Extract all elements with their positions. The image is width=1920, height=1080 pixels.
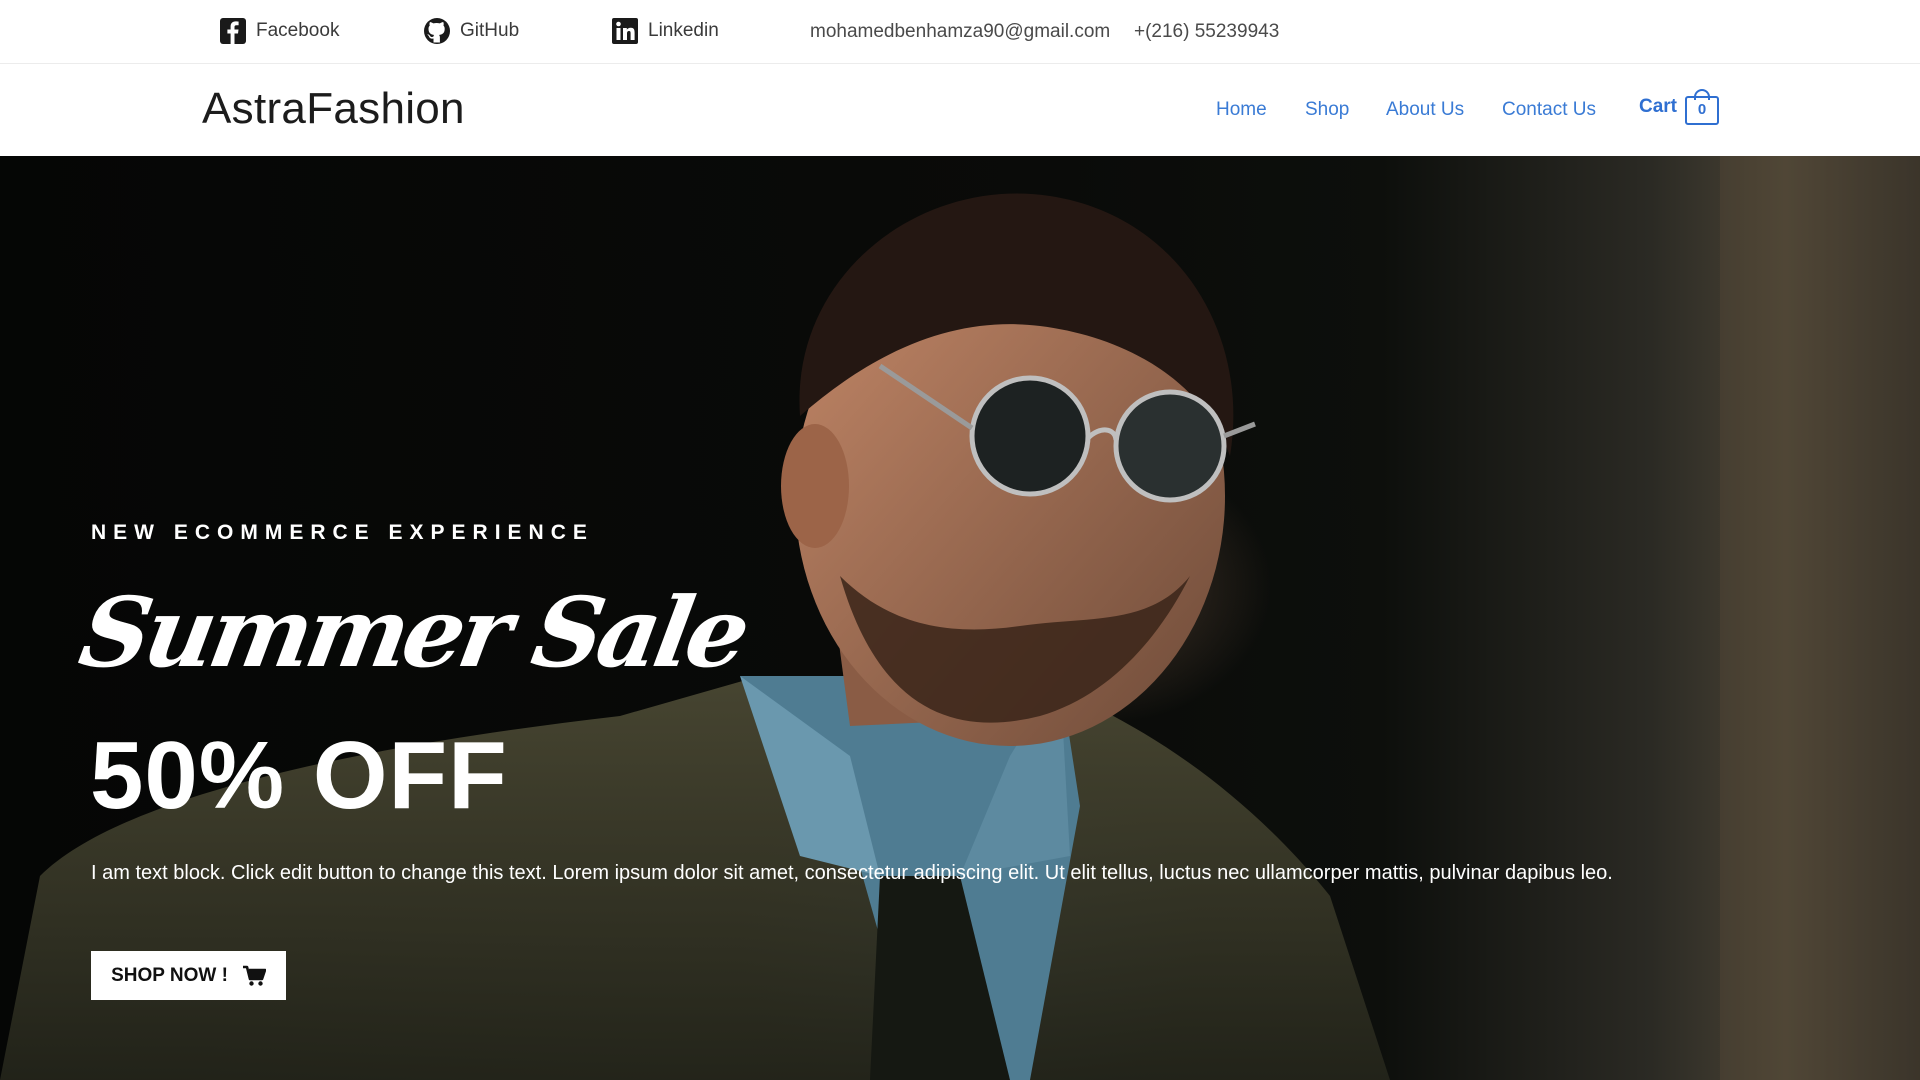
contact-phone: +(216) 55239943 xyxy=(1134,21,1280,42)
nav-shop[interactable]: Shop xyxy=(1305,99,1349,121)
shop-now-label: SHOP NOW ! xyxy=(111,964,228,986)
nav-home[interactable]: Home xyxy=(1216,99,1267,121)
cart-link[interactable]: Cart 0 xyxy=(1639,89,1720,125)
linkedin-link[interactable]: Linkedin xyxy=(611,17,719,45)
hero-banner: NEW ECOMMERCE EXPERIENCE Summer Sale 50%… xyxy=(0,156,1920,1080)
facebook-icon xyxy=(220,18,246,44)
hero-kicker: NEW ECOMMERCE EXPERIENCE xyxy=(91,521,594,544)
cart-label: Cart xyxy=(1639,96,1678,117)
github-icon xyxy=(424,18,450,44)
facebook-label: Facebook xyxy=(256,20,340,41)
hero-description: I am text block. Click edit button to ch… xyxy=(91,862,1613,884)
shopping-bag-icon: 0 xyxy=(1685,89,1720,125)
shop-now-button[interactable]: SHOP NOW ! xyxy=(91,951,286,1000)
hero-content: NEW ECOMMERCE EXPERIENCE Summer Sale 50%… xyxy=(72,156,1790,1080)
linkedin-label: Linkedin xyxy=(648,20,719,41)
top-bar: Facebook GitHub Linkedin mohamedbenhamza… xyxy=(0,0,1920,64)
cart-count: 0 xyxy=(1697,101,1707,118)
github-label: GitHub xyxy=(460,20,520,41)
site-logo[interactable]: AstraFashion xyxy=(202,84,465,134)
site-header: AstraFashion Home Shop About Us Contact … xyxy=(0,65,1920,156)
nav-contact-us[interactable]: Contact Us xyxy=(1502,99,1596,121)
github-link[interactable]: GitHub xyxy=(423,17,519,45)
hero-headline: 50% OFF xyxy=(90,722,508,829)
hero-script-title: Summer Sale xyxy=(72,576,754,689)
nav-about-us[interactable]: About Us xyxy=(1386,99,1464,121)
contact-email: mohamedbenhamza90@gmail.com xyxy=(810,21,1111,42)
facebook-link[interactable]: Facebook xyxy=(219,17,339,45)
cart-icon xyxy=(242,965,266,986)
linkedin-icon xyxy=(612,18,638,44)
